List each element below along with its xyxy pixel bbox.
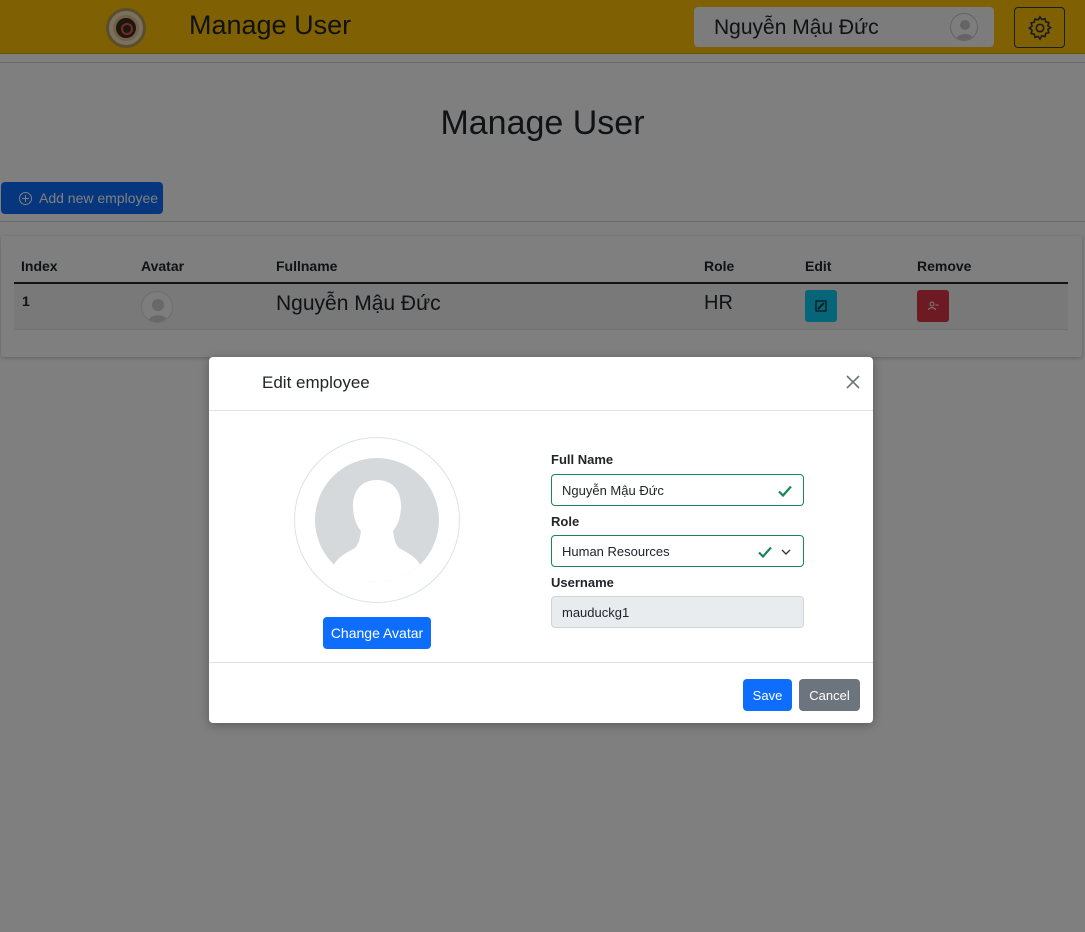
username-input: mauduckg1: [551, 596, 804, 628]
username-value: mauduckg1: [562, 604, 630, 620]
modal-footer: Save Cancel: [209, 662, 873, 723]
fullname-label: Full Name: [551, 452, 614, 467]
username-label: Username: [551, 575, 614, 590]
fullname-input[interactable]: Nguyễn Mậu Đức: [551, 474, 804, 506]
chevron-down-icon: [781, 549, 791, 555]
modal-title: Edit employee: [262, 373, 370, 392]
fullname-value: Nguyễn Mậu Đức: [562, 482, 664, 498]
avatar-preview: [294, 437, 460, 603]
check-icon: [758, 546, 772, 559]
role-value: Human Resources: [562, 543, 670, 559]
role-select[interactable]: Human Resources: [551, 535, 804, 567]
close-button[interactable]: [843, 372, 863, 392]
check-icon: [778, 485, 792, 498]
role-label: Role: [551, 514, 580, 529]
edit-employee-modal: Edit employee Change Avatar Full Name Ng…: [209, 357, 873, 723]
close-icon: [846, 375, 860, 389]
person-silhouette-icon: [315, 458, 439, 582]
change-avatar-button[interactable]: Change Avatar: [323, 617, 431, 649]
modal-header: Edit employee: [209, 357, 873, 411]
save-button[interactable]: Save: [743, 679, 792, 711]
cancel-button[interactable]: Cancel: [799, 679, 860, 711]
